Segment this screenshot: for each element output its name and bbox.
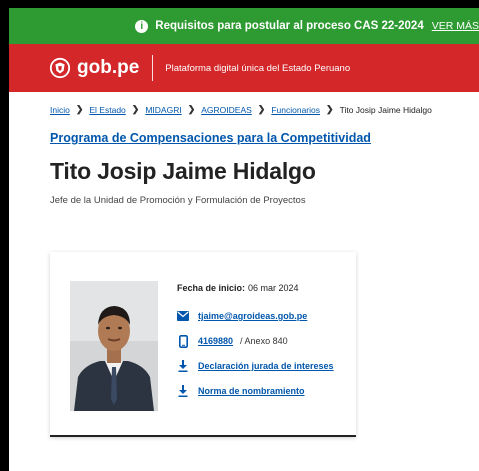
email-link[interactable]: tjaime@agroideas.gob.pe [198,311,307,321]
chevron-right-icon: ❯ [131,104,140,114]
chevron-right-icon: ❯ [187,104,196,114]
download-icon [177,360,189,372]
breadcrumb-el-estado[interactable]: El Estado [89,105,125,115]
download-icon [177,385,189,397]
chevron-right-icon: ❯ [75,104,84,114]
brand-header: gob.pe Plataforma digital única del Esta… [9,44,479,92]
tagline: Plataforma digital única del Estado Peru… [165,62,351,74]
gobpe-emblem-icon [49,57,71,79]
portrait-image [70,281,158,411]
phone-link[interactable]: 4169880 [198,336,233,346]
person-role: Jefe de la Unidad de Promoción y Formula… [50,195,306,206]
official-photo [70,281,158,411]
page-title: Tito Josip Jaime Hidalgo [50,158,316,184]
official-details: Fecha de inicio: 06 mar 2024 tjaime@agro… [177,280,347,408]
header-divider [152,55,154,81]
gobpe-logo[interactable]: gob.pe [49,57,139,79]
breadcrumb-inicio[interactable]: Inicio [50,105,70,115]
program-link[interactable]: Programa de Compensaciones para la Compe… [50,131,479,145]
appointment-norm-link[interactable]: Norma de nombramiento [198,386,305,396]
chevron-right-icon: ❯ [257,104,266,114]
announcement-more-link[interactable]: VER MÁS [432,20,479,32]
official-card: Fecha de inicio: 06 mar 2024 tjaime@agro… [50,252,356,437]
browser-viewport: i Requisitos para postular al proceso CA… [9,8,479,471]
doc1-row: Declaración jurada de intereses [177,358,347,374]
announcement-bar: i Requisitos para postular al proceso CA… [9,8,479,44]
chevron-right-icon: ❯ [326,104,334,114]
phone-icon [177,334,189,348]
breadcrumb-agroideas[interactable]: AGROIDEAS [201,105,252,115]
start-date: Fecha de inicio: 06 mar 2024 [177,280,347,296]
phone-row: 4169880 / Anexo 840 [177,333,347,349]
breadcrumb-funcionarios[interactable]: Funcionarios [271,105,320,115]
email-row: tjaime@agroideas.gob.pe [177,308,347,324]
info-icon: i [135,19,149,33]
declaration-link[interactable]: Declaración jurada de intereses [198,361,334,371]
main-content: Inicio ❯ El Estado ❯ MIDAGRI ❯ AGROIDEAS… [9,92,479,206]
breadcrumb: Inicio ❯ El Estado ❯ MIDAGRI ❯ AGROIDEAS… [50,104,479,115]
start-date-value: 06 mar 2024 [248,283,299,293]
start-date-label: Fecha de inicio: [177,283,246,293]
mail-icon [177,310,189,322]
phone-extension: / Anexo 840 [240,336,288,346]
announcement-text: Requisitos para postular al proceso CAS … [155,20,424,32]
breadcrumb-midagri[interactable]: MIDAGRI [145,105,181,115]
breadcrumb-current: Tito Josip Jaime Hidalgo [339,104,432,115]
doc2-row: Norma de nombramiento [177,383,347,399]
logo-text: gob.pe [77,57,140,78]
